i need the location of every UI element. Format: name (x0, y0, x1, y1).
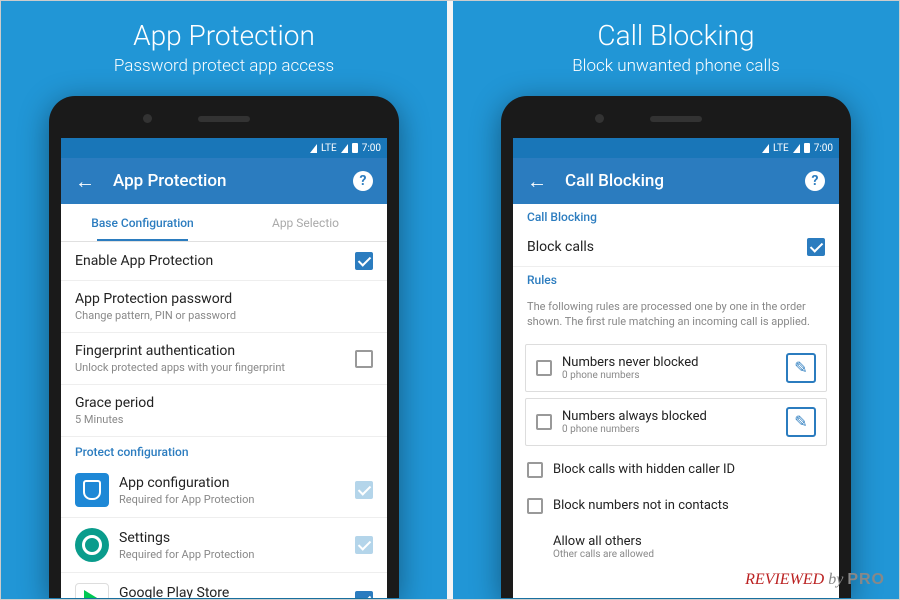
watermark-part2: by (828, 571, 843, 588)
phone-frame-right: LTE 7:00 ← Call Blocking ? Call Blocking… (501, 96, 851, 598)
checkbox-play-store[interactable] (355, 591, 373, 598)
screen-left: LTE 7:00 ← App Protection ? Base Configu… (61, 138, 387, 598)
row-app-configuration[interactable]: App configuration Required for App Prote… (61, 463, 387, 518)
signal-icon (341, 144, 348, 153)
phone-speaker-icon (198, 116, 250, 122)
row-title: Settings (119, 530, 345, 546)
gear-icon (75, 528, 109, 562)
status-bar: LTE 7:00 (61, 138, 387, 158)
row-title: Grace period (75, 395, 373, 411)
back-icon[interactable]: ← (75, 171, 95, 191)
rule-title: Allow all others (553, 534, 825, 549)
rule-always-blocked[interactable]: Numbers always blocked 0 phone numbers ✎ (525, 398, 827, 446)
right-panel: Call Blocking Block unwanted phone calls… (453, 1, 899, 599)
row-password[interactable]: App Protection password Change pattern, … (61, 281, 387, 333)
section-protect-configuration: Protect configuration (61, 437, 387, 463)
tab-app-selection[interactable]: App Selectio (224, 204, 387, 241)
row-title: App configuration (119, 475, 345, 491)
checkbox-rule-contacts[interactable] (527, 498, 543, 514)
checkbox-block-calls[interactable] (807, 238, 825, 256)
rule-sub: 0 phone numbers (562, 424, 776, 435)
rule-never-blocked[interactable]: Numbers never blocked 0 phone numbers ✎ (525, 344, 827, 392)
watermark-part1: REVIEWED (745, 571, 824, 588)
tabs: Base Configuration App Selectio (61, 204, 387, 242)
content-right: Call Blocking Block calls Rules The foll… (513, 204, 839, 598)
back-icon[interactable]: ← (527, 171, 547, 191)
rule-sub: Other calls are allowed (553, 549, 825, 560)
help-icon[interactable]: ? (805, 171, 825, 191)
rules-description: The following rules are processed one by… (513, 291, 839, 338)
left-panel: App Protection Password protect app acce… (1, 1, 447, 599)
battery-icon (804, 143, 810, 153)
clock-label: 7:00 (362, 143, 381, 154)
row-sub: Required for App Protection (119, 548, 345, 561)
row-title: Enable App Protection (75, 253, 345, 269)
play-store-icon (75, 583, 109, 598)
edit-icon[interactable]: ✎ (786, 407, 816, 437)
status-bar: LTE 7:00 (513, 138, 839, 158)
network-label: LTE (773, 143, 789, 154)
checkbox-settings-app (355, 536, 373, 554)
section-rules: Rules (513, 267, 839, 291)
network-label: LTE (321, 143, 337, 154)
rule-title: Numbers never blocked (562, 355, 776, 370)
row-sub: 5 Minutes (75, 413, 373, 426)
rule-sub: 0 phone numbers (562, 370, 776, 381)
checkbox-app-configuration (355, 481, 373, 499)
phone-speaker-icon (650, 116, 702, 122)
row-enable-protection[interactable]: Enable App Protection (61, 242, 387, 281)
rule-title: Block calls with hidden caller ID (553, 462, 735, 477)
checkbox-rule-hidden[interactable] (527, 462, 543, 478)
row-title: App Protection password (75, 291, 373, 307)
phone-camera-icon (595, 114, 604, 123)
content-left: Enable App Protection App Protection pas… (61, 242, 387, 598)
app-bar: ← Call Blocking ? (513, 158, 839, 204)
row-title: Fingerprint authentication (75, 343, 345, 359)
app-bar-title: Call Blocking (565, 171, 787, 191)
row-sub: Unlock protected apps with your fingerpr… (75, 361, 345, 374)
rule-allow-all[interactable]: Allow all others Other calls are allowed (513, 524, 839, 570)
phone-frame-left: LTE 7:00 ← App Protection ? Base Configu… (49, 96, 399, 598)
right-hero-subtitle: Block unwanted phone calls (572, 56, 780, 76)
row-sub: Change pattern, PIN or password (75, 309, 373, 322)
rule-title: Block numbers not in contacts (553, 498, 729, 513)
row-title: Block calls (527, 239, 797, 255)
signal-icon (793, 144, 800, 153)
left-hero-title: App Protection (133, 19, 315, 52)
rule-not-in-contacts[interactable]: Block numbers not in contacts (513, 488, 839, 524)
row-sub: Required for App Protection (119, 493, 345, 506)
screen-right: LTE 7:00 ← Call Blocking ? Call Blocking… (513, 138, 839, 598)
row-block-calls[interactable]: Block calls (513, 228, 839, 267)
wifi-icon (310, 144, 317, 153)
checkbox-rule-always[interactable] (536, 414, 552, 430)
right-hero-title: Call Blocking (597, 19, 754, 52)
tab-base-configuration[interactable]: Base Configuration (61, 204, 224, 241)
rule-hidden-caller[interactable]: Block calls with hidden caller ID (513, 452, 839, 488)
help-icon[interactable]: ? (353, 171, 373, 191)
sophos-shield-icon (75, 473, 109, 507)
row-settings-app[interactable]: Settings Required for App Protection (61, 518, 387, 573)
phone-camera-icon (143, 114, 152, 123)
edit-icon[interactable]: ✎ (786, 353, 816, 383)
rule-title: Numbers always blocked (562, 409, 776, 424)
row-grace-period[interactable]: Grace period 5 Minutes (61, 385, 387, 437)
watermark: REVIEWED by PRO (745, 571, 885, 589)
checkbox-enable-protection[interactable] (355, 252, 373, 270)
app-bar-title: App Protection (113, 171, 335, 191)
checkbox-fingerprint[interactable] (355, 350, 373, 368)
checkbox-rule-never[interactable] (536, 360, 552, 376)
wifi-icon (762, 144, 769, 153)
left-hero-subtitle: Password protect app access (114, 56, 334, 76)
battery-icon (352, 143, 358, 153)
row-play-store[interactable]: Google Play Store and other installers (61, 573, 387, 598)
row-fingerprint[interactable]: Fingerprint authentication Unlock protec… (61, 333, 387, 385)
row-title: Google Play Store (119, 585, 345, 599)
clock-label: 7:00 (814, 143, 833, 154)
section-call-blocking: Call Blocking (513, 204, 839, 228)
app-bar: ← App Protection ? (61, 158, 387, 204)
watermark-part3: PRO (847, 571, 885, 588)
